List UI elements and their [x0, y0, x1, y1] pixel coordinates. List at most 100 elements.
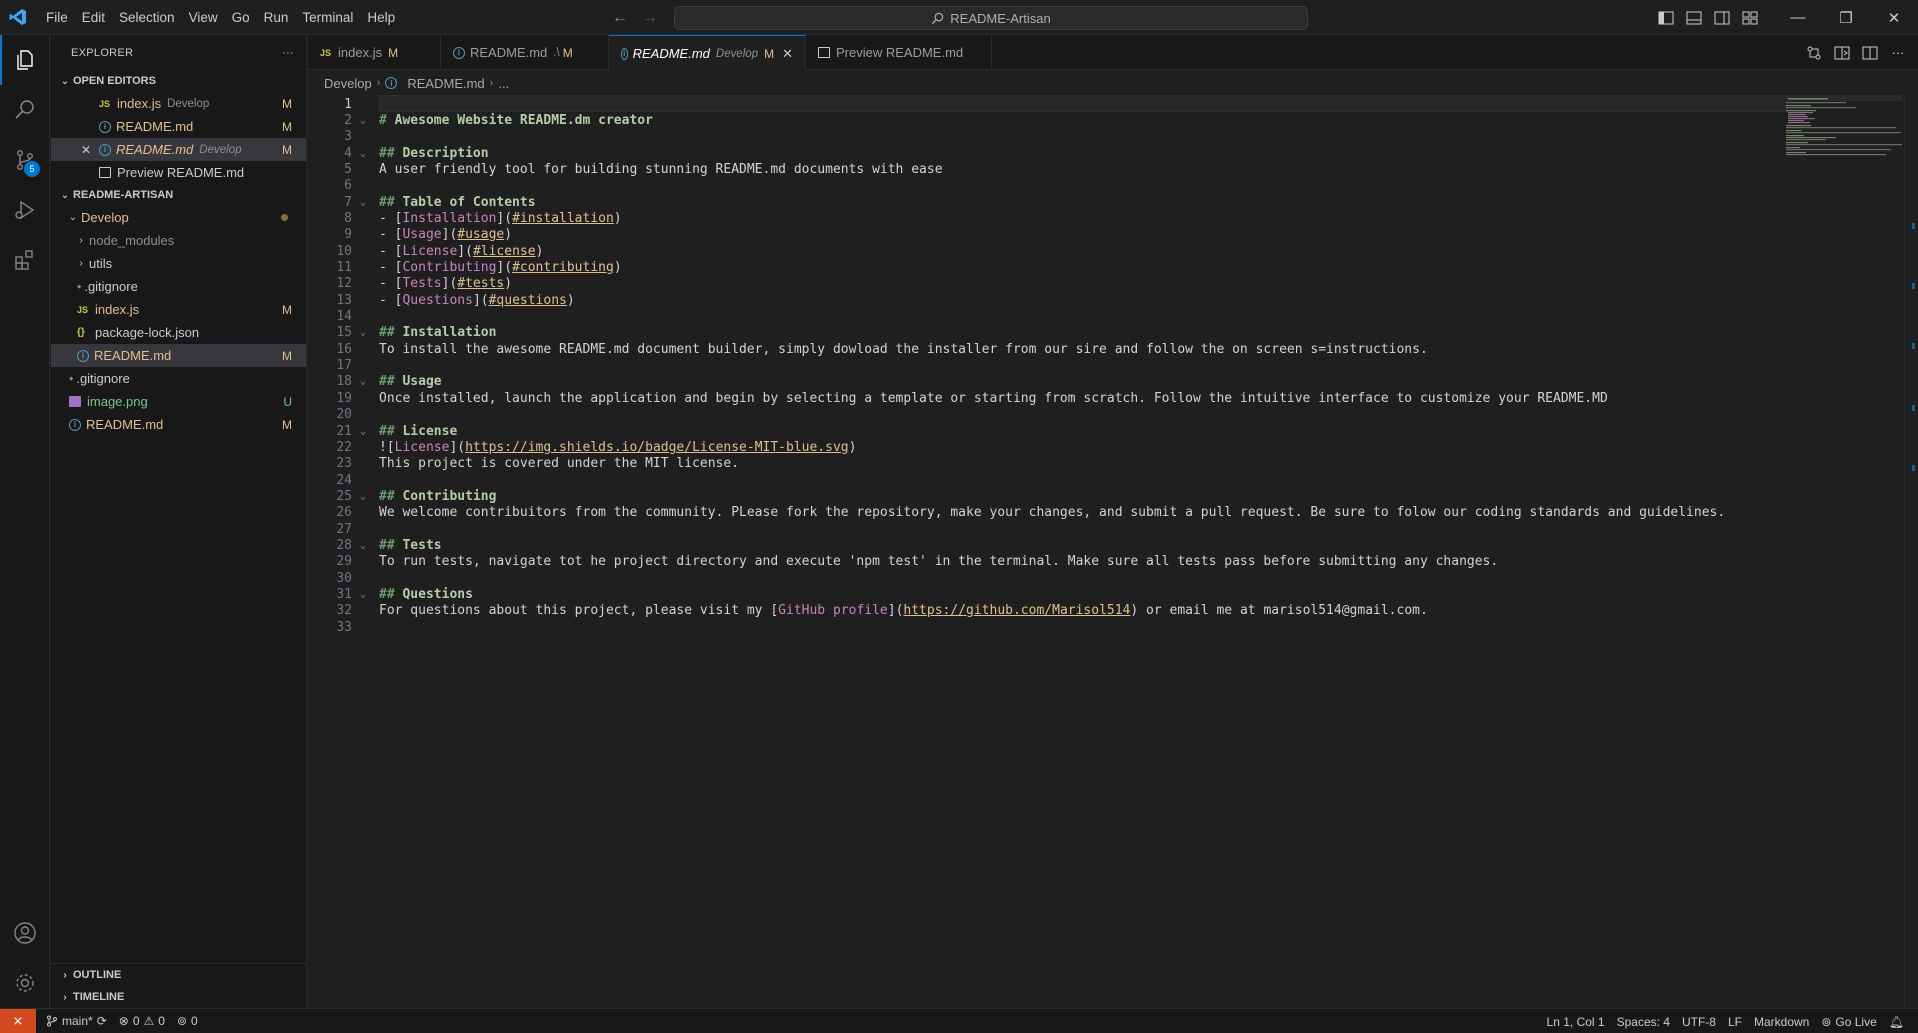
code-line[interactable]: 4 ⌄ ## Description: [308, 145, 1788, 161]
outline-header[interactable]: › OUTLINE: [51, 964, 307, 986]
breadcrumb-folder[interactable]: Develop: [324, 76, 372, 91]
code-line[interactable]: 21 ⌄ ## License: [308, 423, 1788, 439]
tab-readme-root[interactable]: i README.md .\ M: [441, 35, 609, 70]
ports-indicator[interactable]: ⊚ 0: [171, 1014, 204, 1028]
tab-readme-develop[interactable]: i README.md Develop M ✕: [609, 35, 806, 71]
open-changes-icon[interactable]: [1804, 43, 1824, 63]
file-readme-root[interactable]: i README.md M: [51, 413, 306, 436]
split-editor-icon[interactable]: [1860, 43, 1880, 63]
notifications-bell-icon[interactable]: 🔔︎: [1883, 1015, 1910, 1029]
code-line[interactable]: 3: [308, 129, 1788, 145]
explorer-icon[interactable]: [0, 35, 50, 85]
code-line[interactable]: 30: [308, 570, 1788, 586]
breadcrumb-file[interactable]: README.md: [407, 76, 484, 91]
file-gitignore-root[interactable]: ⬩ .gitignore: [51, 367, 306, 390]
close-icon[interactable]: ✕: [782, 46, 793, 62]
extensions-icon[interactable]: [0, 235, 50, 285]
fold-chevron-icon[interactable]: ⌄: [360, 376, 366, 387]
menu-view[interactable]: View: [182, 0, 225, 35]
branch-indicator[interactable]: main* ⟳: [40, 1014, 113, 1028]
toggle-primary-sidebar-icon[interactable]: [1652, 0, 1680, 35]
cursor-position[interactable]: Ln 1, Col 1: [1541, 1015, 1611, 1029]
code-line[interactable]: 25 ⌄ ## Contributing: [308, 488, 1788, 504]
search-icon[interactable]: [0, 85, 50, 135]
go-live-button[interactable]: ⊚ Go Live: [1815, 1015, 1882, 1029]
code-line[interactable]: 12 - [Tests](#tests): [308, 276, 1788, 292]
breadcrumb-more[interactable]: ...: [498, 76, 509, 91]
code-line[interactable]: 22 ![License](https://img.shields.io/badg…: [308, 439, 1788, 455]
remote-indicator-icon[interactable]: ⨯: [0, 1008, 36, 1033]
manage-gear-icon[interactable]: [0, 958, 50, 1008]
end-of-line[interactable]: LF: [1722, 1015, 1748, 1029]
open-editor-item[interactable]: i README.md M: [51, 115, 306, 138]
toggle-panel-icon[interactable]: [1680, 0, 1708, 35]
menu-file[interactable]: File: [39, 0, 75, 35]
code-line[interactable]: 10 - [License](#license): [308, 243, 1788, 259]
vertical-scrollbar[interactable]: [1904, 95, 1918, 1008]
more-actions-icon[interactable]: ···: [1888, 43, 1908, 63]
file-package-lock[interactable]: {} package-lock.json: [51, 321, 306, 344]
code-line[interactable]: 19 Once installed, launch the application…: [308, 390, 1788, 406]
tab-preview[interactable]: Preview README.md: [806, 35, 992, 70]
command-center-search[interactable]: README-Artisan: [674, 6, 1308, 30]
file-indexjs[interactable]: JS index.js M: [51, 298, 306, 321]
open-preview-side-icon[interactable]: [1832, 43, 1852, 63]
fold-chevron-icon[interactable]: ⌄: [360, 491, 366, 502]
code-line[interactable]: 14: [308, 309, 1788, 325]
code-line[interactable]: 27: [308, 521, 1788, 537]
code-line[interactable]: 32 For questions about this project, plea…: [308, 603, 1788, 619]
open-editors-header[interactable]: ⌄ OPEN EDITORS: [51, 70, 306, 92]
file-image[interactable]: image.png U: [51, 390, 306, 413]
tab-indexjs[interactable]: JS index.js M: [308, 35, 441, 70]
open-editor-item[interactable]: Preview README.md: [51, 161, 306, 184]
code-line[interactable]: 16 To install the awesome README.md docum…: [308, 341, 1788, 357]
code-line[interactable]: 13 - [Questions](#questions): [308, 292, 1788, 308]
minimap[interactable]: [1782, 95, 1902, 215]
menu-terminal[interactable]: Terminal: [295, 0, 360, 35]
fold-chevron-icon[interactable]: ⌄: [360, 589, 366, 600]
fold-chevron-icon[interactable]: ⌄: [360, 327, 366, 338]
folder-node-modules[interactable]: › node_modules: [51, 229, 306, 252]
code-line[interactable]: 8 - [Installation](#installation): [308, 210, 1788, 226]
fold-chevron-icon[interactable]: ⌄: [360, 540, 366, 551]
code-line[interactable]: 31 ⌄ ## Questions: [308, 587, 1788, 603]
restore-icon[interactable]: ❐: [1822, 0, 1870, 35]
code-line[interactable]: 5 A user friendly tool for building stunn…: [308, 161, 1788, 177]
code-line[interactable]: 7 ⌄ ## Table of Contents: [308, 194, 1788, 210]
language-mode[interactable]: Markdown: [1748, 1015, 1815, 1029]
forward-arrow-icon[interactable]: →: [642, 9, 658, 27]
menu-selection[interactable]: Selection: [112, 0, 182, 35]
close-icon[interactable]: ✕: [81, 143, 95, 157]
minimize-icon[interactable]: —: [1774, 0, 1822, 35]
back-arrow-icon[interactable]: ←: [612, 9, 628, 27]
folder-develop[interactable]: ⌄ Develop: [51, 206, 306, 229]
source-control-icon[interactable]: 5: [0, 135, 50, 185]
code-line[interactable]: 26 We welcome contribuitors from the comm…: [308, 505, 1788, 521]
code-line[interactable]: 6: [308, 178, 1788, 194]
code-editor[interactable]: 1 2 ⌄ # Awesome Website README.dm creator 3 4…: [308, 95, 1918, 1008]
customize-layout-icon[interactable]: [1736, 0, 1764, 35]
fold-chevron-icon[interactable]: ⌄: [360, 115, 366, 126]
encoding[interactable]: UTF-8: [1676, 1015, 1722, 1029]
code-line[interactable]: 2 ⌄ # Awesome Website README.dm creator: [308, 112, 1788, 128]
code-line[interactable]: 33: [308, 619, 1788, 635]
code-line[interactable]: 24: [308, 472, 1788, 488]
fold-chevron-icon[interactable]: ⌄: [360, 148, 366, 159]
code-line[interactable]: 23 This project is covered under the MIT …: [308, 456, 1788, 472]
fold-chevron-icon[interactable]: ⌄: [360, 197, 366, 208]
file-readme-selected[interactable]: i README.md M: [51, 344, 306, 367]
toggle-secondary-sidebar-icon[interactable]: [1708, 0, 1736, 35]
timeline-header[interactable]: › TIMELINE: [51, 986, 307, 1008]
menu-go[interactable]: Go: [225, 0, 257, 35]
code-line[interactable]: 1: [308, 96, 1788, 112]
indentation[interactable]: Spaces: 4: [1611, 1015, 1676, 1029]
code-line[interactable]: 29 To run tests, navigate tot he project …: [308, 554, 1788, 570]
menu-edit[interactable]: Edit: [75, 0, 112, 35]
close-window-icon[interactable]: ✕: [1870, 0, 1918, 35]
folder-utils[interactable]: › utils: [51, 252, 306, 275]
code-line[interactable]: 17: [308, 358, 1788, 374]
project-header[interactable]: ⌄ README-ARTISAN: [51, 184, 306, 206]
more-actions-icon[interactable]: ···: [282, 47, 294, 59]
run-debug-icon[interactable]: [0, 185, 50, 235]
fold-chevron-icon[interactable]: ⌄: [360, 426, 366, 437]
